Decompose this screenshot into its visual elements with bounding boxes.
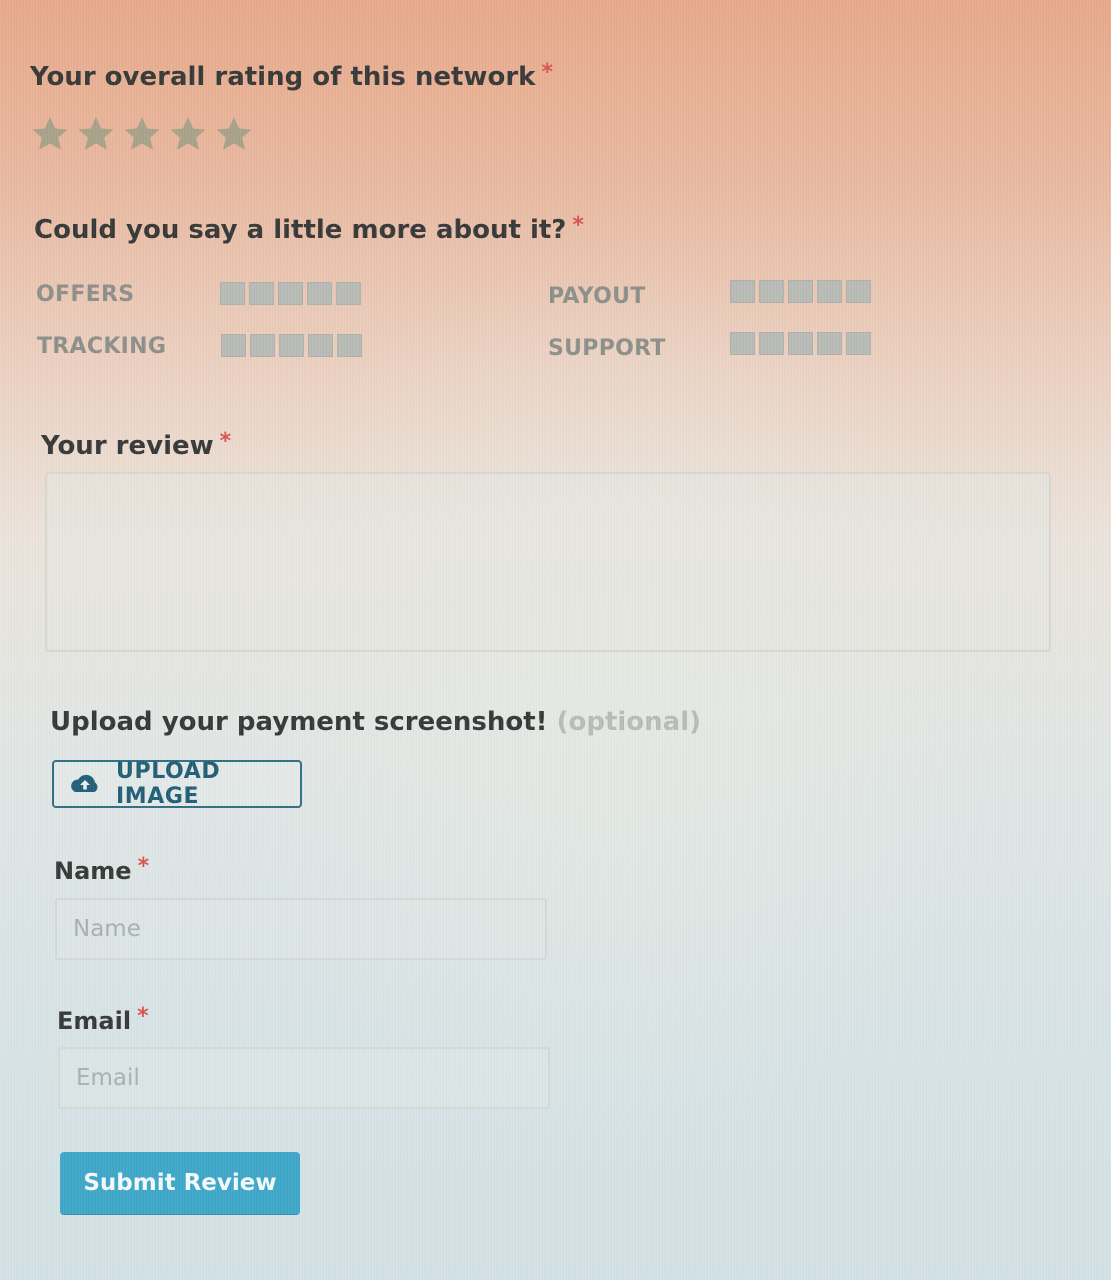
required-mark: * [541, 60, 553, 85]
overall-rating-text: Your overall rating of this network [30, 62, 536, 92]
rating-box[interactable] [759, 332, 784, 355]
star-icon[interactable] [30, 114, 70, 154]
upload-image-button[interactable]: UPLOAD IMAGE [52, 759, 302, 809]
rating-box[interactable] [220, 282, 245, 305]
review-text: Your review [41, 431, 214, 461]
upload-button-label: UPLOAD IMAGE [116, 759, 221, 809]
rating-box[interactable] [307, 282, 332, 305]
email-label: Email * [57, 1004, 149, 1035]
required-mark: * [137, 854, 150, 879]
star-icon[interactable] [76, 114, 116, 154]
review-label: Your review * [41, 429, 231, 461]
rating-box[interactable] [817, 280, 842, 303]
criterion-label-offers: OFFERS [36, 282, 135, 307]
required-mark: * [137, 1004, 149, 1029]
email-input[interactable] [58, 1047, 550, 1109]
star-icon[interactable] [168, 114, 208, 154]
rating-boxes-tracking [221, 334, 362, 357]
criterion-label-support: SUPPORT [548, 336, 666, 361]
overall-rating-label: Your overall rating of this network * [30, 60, 553, 92]
rating-box[interactable] [846, 280, 871, 303]
criterion-label-payout: PAYOUT [548, 284, 646, 309]
rating-boxes-payout [730, 280, 871, 303]
rating-box[interactable] [278, 282, 303, 305]
name-text: Name [54, 857, 132, 885]
email-text: Email [57, 1007, 132, 1035]
rating-box[interactable] [788, 280, 813, 303]
details-text: Could you say a little more about it? [34, 215, 567, 245]
required-mark: * [572, 213, 584, 238]
rating-box[interactable] [730, 332, 755, 355]
rating-box[interactable] [846, 332, 871, 355]
rating-box[interactable] [337, 334, 362, 357]
rating-box[interactable] [250, 334, 275, 357]
rating-box[interactable] [279, 334, 304, 357]
rating-box[interactable] [308, 334, 333, 357]
name-label: Name * [54, 854, 149, 885]
submit-review-button[interactable]: Submit Review [60, 1152, 300, 1214]
optional-note: (optional) [556, 707, 702, 737]
upload-text: Upload your payment screenshot! [50, 707, 548, 737]
details-label: Could you say a little more about it? * [34, 213, 584, 245]
star-rating [30, 114, 254, 154]
rating-box[interactable] [759, 280, 784, 303]
rating-boxes-offers [220, 282, 361, 305]
rating-box[interactable] [730, 280, 755, 303]
required-mark: * [219, 429, 232, 454]
star-icon[interactable] [122, 114, 162, 154]
rating-box[interactable] [788, 332, 813, 355]
rating-boxes-support [730, 332, 871, 355]
rating-box[interactable] [249, 282, 274, 305]
upload-label: Upload your payment screenshot! (optiona… [50, 707, 701, 737]
rating-box[interactable] [221, 334, 246, 357]
cloud-upload-icon [68, 772, 102, 796]
criterion-label-tracking: TRACKING [37, 334, 167, 359]
rating-box[interactable] [336, 282, 361, 305]
rating-box[interactable] [817, 332, 842, 355]
review-textarea[interactable] [45, 472, 1051, 652]
name-input[interactable] [55, 898, 547, 960]
star-icon[interactable] [214, 114, 254, 154]
